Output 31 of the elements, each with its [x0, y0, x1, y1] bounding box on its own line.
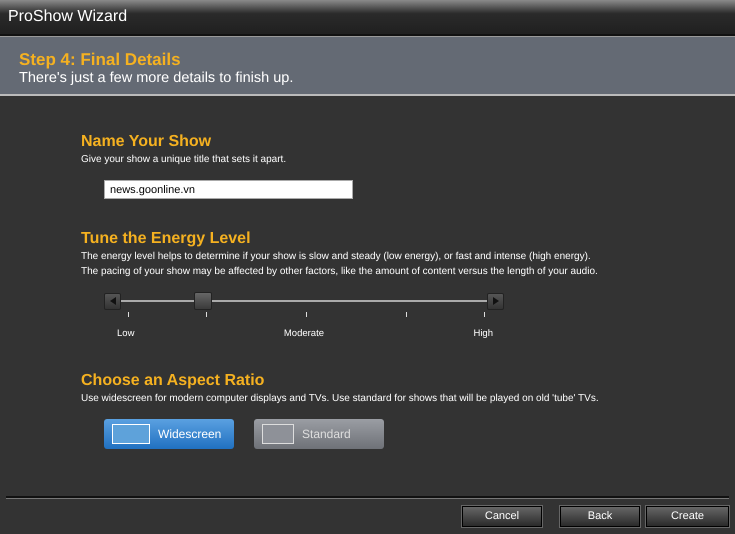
section-description: Use widescreen for modern computer displays and TVs. Use standard for shows that will be played on old 'tube' TVs.: [81, 392, 600, 406]
step-subtitle: There's just a few more details to finish up.: [19, 70, 294, 86]
tick-mark: [206, 312, 208, 317]
tick-mark: [406, 312, 407, 317]
tick-mark: [128, 312, 129, 317]
slider-thumb[interactable]: [194, 292, 212, 310]
step-title: Step 4: Final Details: [19, 50, 182, 70]
section-description: The pacing of your show may be affected by other factors, like the amount of content versus the length of your audio.: [81, 265, 599, 279]
dialog-button[interactable]: Back: [560, 506, 640, 526]
section-title: Tune the Energy Level: [81, 229, 252, 249]
energy-slider[interactable]: [121, 292, 487, 310]
section-title: Name Your Show: [81, 132, 212, 152]
tick-mark: [484, 312, 485, 317]
slider-label: Low: [117, 328, 134, 339]
tick-mark: [306, 312, 307, 317]
section-description: Give your show a unique title that sets it apart.: [81, 153, 288, 167]
left-triangle-icon: [108, 297, 116, 305]
slider-label: Moderate: [284, 328, 324, 339]
section-description: The energy level helps to determine if your show is slow and steady (low energy), or fast and intense (high energy).: [81, 250, 592, 264]
dialog-button[interactable]: Cancel: [462, 506, 542, 526]
left-arrow-button[interactable]: [104, 292, 121, 310]
section-title: Choose an Aspect Ratio: [81, 371, 266, 391]
right-triangle-icon: [492, 297, 500, 305]
aspect-option-button[interactable]: Widescreen: [104, 419, 234, 449]
show-name-field[interactable]: news.goonline.vn: [104, 180, 353, 199]
screen-icon: [112, 424, 150, 444]
right-arrow-button[interactable]: [487, 292, 504, 310]
window-title: ProShow Wizard: [8, 8, 128, 26]
slider-label: High: [473, 328, 493, 339]
screen-icon: [262, 424, 294, 444]
dialog-button[interactable]: Create: [646, 506, 729, 526]
